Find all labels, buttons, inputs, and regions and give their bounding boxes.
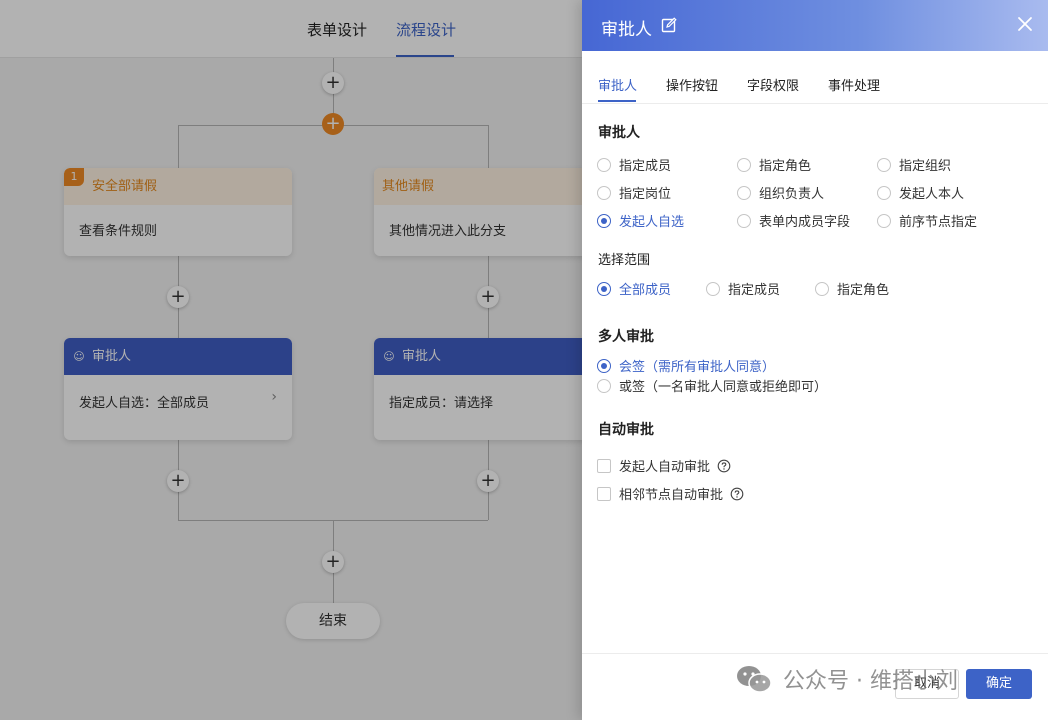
- radio-initiator-self[interactable]: 发起人本人: [877, 183, 964, 202]
- radio-all-members[interactable]: 全部成员: [597, 279, 671, 298]
- checkbox-adjacent-auto[interactable]: 相邻节点自动审批: [597, 484, 744, 503]
- section-title-multi: 多人审批: [598, 329, 654, 345]
- radio-countersign[interactable]: 会签（需所有审批人同意）: [597, 356, 775, 375]
- radio-specified-org[interactable]: 指定组织: [877, 155, 951, 174]
- section-title-scope: 选择范围: [598, 253, 651, 268]
- tab-field-permissions[interactable]: 字段权限: [747, 75, 799, 94]
- radio-specified-member[interactable]: 指定成员: [597, 155, 671, 174]
- tab-action-buttons[interactable]: 操作按钮: [666, 75, 718, 94]
- radio-specified-role[interactable]: 指定角色: [737, 155, 811, 174]
- tab-approver[interactable]: 审批人: [598, 75, 637, 94]
- confirm-button[interactable]: 确定: [966, 669, 1032, 699]
- active-tab-indicator: [598, 100, 636, 102]
- radio-dot: [877, 185, 891, 200]
- radio-org-leader[interactable]: 组织负责人: [737, 183, 824, 202]
- radio-dot: [597, 213, 611, 228]
- radio-dot: [597, 185, 611, 200]
- drawer-title: 审批人: [601, 20, 652, 40]
- radio-dot: [706, 281, 720, 296]
- drawer-footer: 取消 确定: [582, 653, 1048, 720]
- radio-dot: [597, 157, 611, 172]
- tab-event-handling[interactable]: 事件处理: [828, 75, 880, 94]
- checkbox-box: [597, 486, 611, 501]
- section-title-approver: 审批人: [598, 125, 640, 141]
- radio-dot: [877, 157, 891, 172]
- checkbox-initiator-auto[interactable]: 发起人自动审批: [597, 456, 731, 475]
- radio-dot: [877, 213, 891, 228]
- radio-dot: [597, 378, 611, 393]
- radio-dot: [597, 358, 611, 373]
- radio-dot: [737, 185, 751, 200]
- checkbox-box: [597, 458, 611, 473]
- radio-scope-role[interactable]: 指定角色: [815, 279, 889, 298]
- question-icon[interactable]: [717, 459, 731, 473]
- question-icon[interactable]: [730, 487, 744, 501]
- radio-dot: [597, 281, 611, 296]
- radio-previous-node[interactable]: 前序节点指定: [877, 211, 977, 230]
- radio-initiator-choose[interactable]: 发起人自选: [597, 211, 684, 230]
- radio-or-sign[interactable]: 或签（一名审批人同意或拒绝即可）: [597, 376, 827, 395]
- drawer-header: 审批人: [582, 0, 1048, 51]
- cancel-button[interactable]: 取消: [895, 669, 959, 699]
- radio-dot: [737, 157, 751, 172]
- radio-specified-position[interactable]: 指定岗位: [597, 183, 671, 202]
- radio-form-member-field[interactable]: 表单内成员字段: [737, 211, 850, 230]
- radio-dot: [737, 213, 751, 228]
- section-title-auto: 自动审批: [598, 422, 654, 438]
- radio-scope-member[interactable]: 指定成员: [706, 279, 780, 298]
- drawer-tabs: 审批人 操作按钮 字段权限 事件处理: [582, 52, 1048, 104]
- approver-settings-drawer: 审批人 审批人 操作按钮 字段权限 事件处理 审批人 指定成员 指定角色 指定组…: [582, 0, 1048, 720]
- edit-icon[interactable]: [661, 17, 677, 33]
- close-icon[interactable]: [1016, 15, 1034, 33]
- radio-dot: [815, 281, 829, 296]
